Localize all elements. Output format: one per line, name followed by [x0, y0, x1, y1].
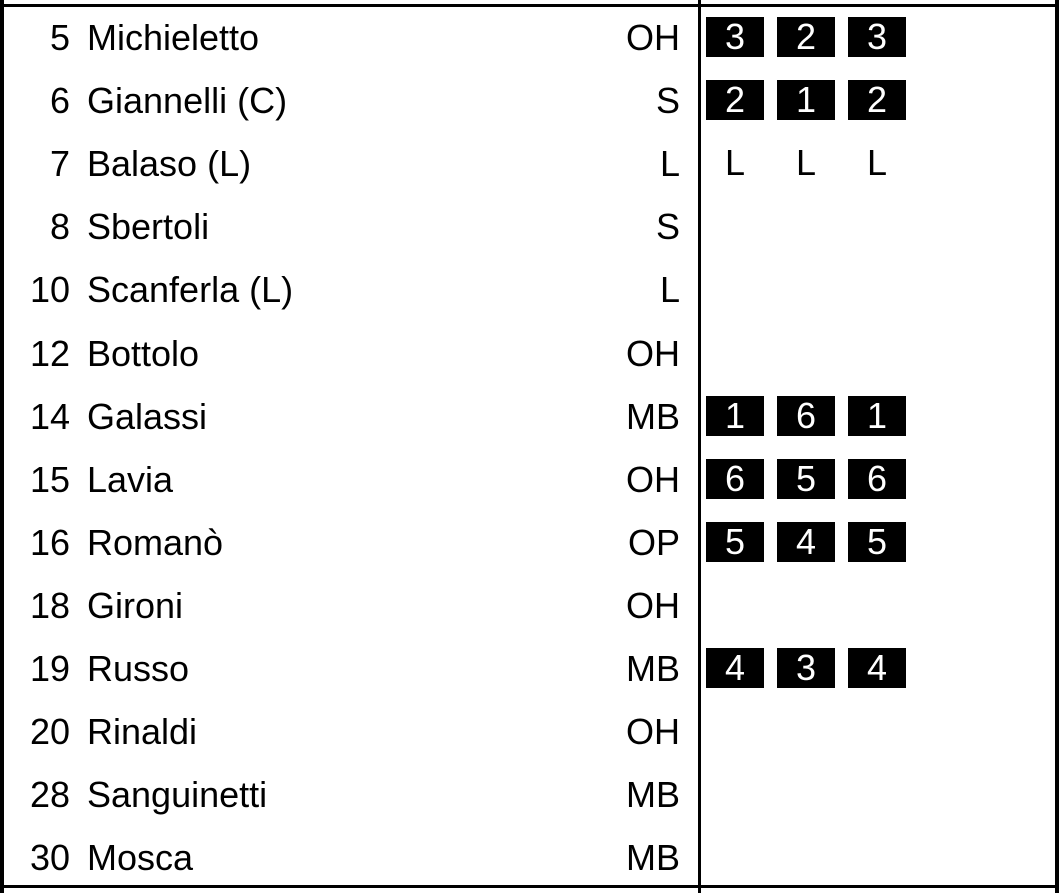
player-position: OH [626, 17, 680, 58]
player-number: 15 [29, 458, 70, 500]
player-row: 28 Sanguinetti MB [4, 763, 1055, 826]
frame-right-border [1055, 0, 1059, 893]
player-row: 15 Lavia OH 6 5 6 [4, 448, 1055, 511]
set-rotation-badge: 4 [706, 648, 764, 688]
player-number: 19 [29, 648, 70, 689]
player-number: 30 [29, 837, 70, 879]
player-row: 10 Scanferla (L) L [4, 258, 1055, 321]
roster-sheet: 5 Michieletto OH 3 2 3 6 Giannelli (C) S 2 1 2 7 Bala… [0, 0, 1060, 893]
player-row: 5 Michieletto OH 3 2 3 [4, 6, 1055, 69]
set-rotation-badge: 1 [777, 80, 835, 121]
player-name: Rinaldi [87, 711, 198, 753]
set-rotation-badge: 2 [777, 17, 835, 57]
player-number: 18 [29, 584, 70, 626]
player-name: Sbertoli [87, 206, 210, 248]
set-rotation-badge: 3 [777, 648, 835, 688]
set-rotation-badge: 6 [848, 458, 906, 499]
set-libero-mark: L [866, 142, 888, 184]
player-position: MB [626, 395, 680, 437]
player-name: Balaso (L) [87, 143, 252, 185]
player-row: 30 Mosca MB [4, 826, 1055, 889]
set-rotation-badge: 2 [706, 80, 764, 121]
player-position: S [655, 80, 680, 122]
player-position: OH [626, 584, 680, 626]
player-position: OH [626, 332, 680, 374]
player-position: L [659, 269, 680, 311]
player-position: L [659, 143, 680, 185]
player-position: MB [626, 837, 680, 879]
set-rotation-badge: 2 [848, 80, 906, 121]
player-position: S [655, 206, 680, 248]
player-row: 12 Bottolo OH [4, 322, 1055, 385]
player-row: 14 Galassi MB 1 6 1 [4, 385, 1055, 448]
player-position: MB [626, 648, 680, 689]
set-rotation-badge: 1 [706, 395, 764, 436]
player-row: 19 Russo MB 4 3 4 [4, 637, 1055, 700]
set-rotation-badge: 5 [706, 521, 764, 562]
set-libero-mark: L [724, 142, 746, 184]
set-rotation-badge: 5 [777, 458, 835, 499]
set-rotation-badge: 3 [848, 17, 906, 57]
player-row: 20 Rinaldi OH [4, 700, 1055, 763]
player-row: 7 Balaso (L) L L L L [4, 132, 1055, 195]
player-name: Scanferla (L) [87, 269, 294, 311]
player-name: Russo [87, 648, 190, 689]
player-name: Michieletto [87, 17, 260, 58]
player-number: 14 [29, 395, 70, 437]
player-number: 10 [29, 269, 70, 311]
set-rotation-badge: 4 [777, 521, 835, 562]
player-row: 18 Gironi OH [4, 574, 1055, 637]
player-row: 8 Sbertoli S [4, 195, 1055, 258]
set-rotation-badge: 5 [848, 521, 906, 562]
player-row: 6 Giannelli (C) S 2 1 2 [4, 69, 1055, 132]
player-number: 6 [49, 80, 70, 122]
set-rotation-badge: 6 [706, 458, 764, 499]
player-name: Mosca [87, 837, 194, 879]
set-rotation-badge: 1 [848, 395, 906, 436]
player-position: OH [626, 711, 680, 753]
player-name: Giannelli (C) [87, 80, 288, 122]
player-number: 5 [49, 17, 70, 58]
player-number: 20 [29, 711, 70, 753]
set-rotation-badge: 3 [706, 17, 764, 57]
set-rotation-badge: 4 [848, 648, 906, 688]
player-name: Galassi [87, 395, 208, 437]
player-row: 16 Romanò OP 5 4 5 [4, 511, 1055, 574]
player-name: Bottolo [87, 332, 200, 374]
player-position: OH [626, 458, 680, 500]
player-name: Sanguinetti [87, 774, 268, 816]
player-number: 8 [49, 206, 70, 248]
set-libero-mark: L [795, 142, 817, 184]
player-name: Lavia [87, 458, 174, 500]
player-number: 28 [29, 774, 70, 816]
player-number: 7 [49, 143, 70, 185]
player-name: Romanò [87, 521, 224, 563]
player-number: 16 [29, 521, 70, 563]
player-position: MB [626, 774, 680, 816]
player-position: OP [627, 521, 680, 563]
player-name: Gironi [87, 584, 184, 626]
set-rotation-badge: 6 [777, 395, 835, 436]
player-number: 12 [29, 332, 70, 374]
